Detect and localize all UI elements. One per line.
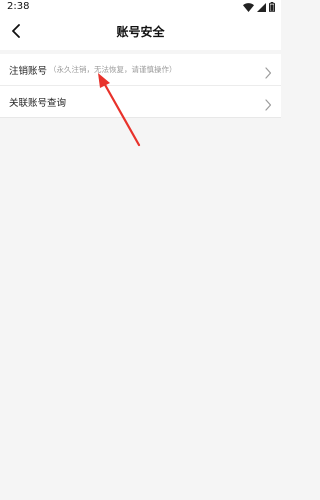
page-title: 账号安全 <box>116 25 165 39</box>
chevron-right-icon <box>264 96 272 111</box>
status-time: 2:38 <box>7 1 30 12</box>
status-bar: 2:38 <box>0 0 281 14</box>
battery-icon <box>269 2 275 12</box>
title-bar: 账号安全 <box>0 14 281 50</box>
deactivate-account-item[interactable]: 注销账号 （永久注销，无法恢复，请谨慎操作） <box>0 54 281 86</box>
wifi-icon <box>243 2 254 12</box>
chevron-right-icon <box>264 64 272 79</box>
linked-account-query-label: 关联账号查询 <box>9 97 67 109</box>
deactivate-account-label: 注销账号 <box>9 65 48 77</box>
deactivate-account-hint: （永久注销，无法恢复，请谨慎操作） <box>49 65 177 74</box>
settings-list: 注销账号 （永久注销，无法恢复，请谨慎操作） 关联账号查询 <box>0 54 281 118</box>
status-icons <box>243 1 275 13</box>
signal-icon <box>257 2 266 12</box>
linked-account-query-item[interactable]: 关联账号查询 <box>0 86 281 118</box>
